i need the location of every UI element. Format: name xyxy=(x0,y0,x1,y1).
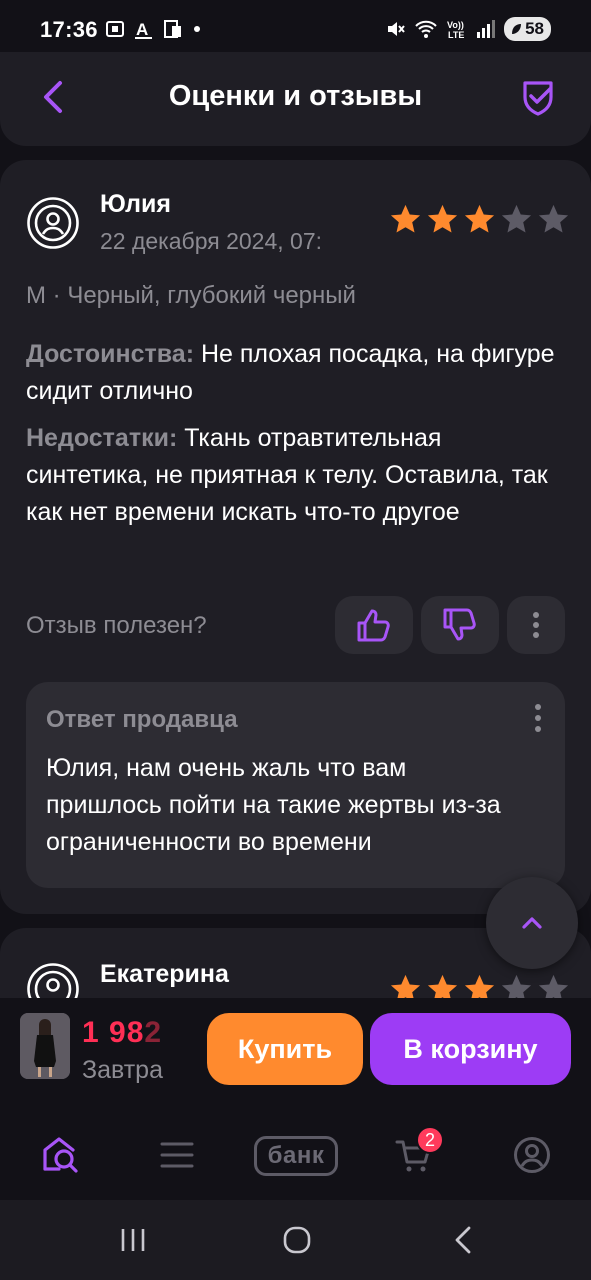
system-navigation-bar xyxy=(0,1200,591,1280)
more-vertical-icon xyxy=(533,612,539,638)
product-thumbnail[interactable] xyxy=(20,1013,70,1079)
system-back-button[interactable] xyxy=(450,1220,476,1260)
seller-reply-more-button[interactable] xyxy=(525,700,551,736)
clipboard-icon xyxy=(164,20,181,38)
nav-bank[interactable]: банк xyxy=(254,1136,338,1176)
review-rating xyxy=(388,202,571,237)
bottom-navigation: банк 2 xyxy=(0,1104,591,1200)
thumbs-down-icon xyxy=(443,608,476,641)
status-left-icons: A xyxy=(104,18,202,40)
add-to-cart-button[interactable]: В корзину xyxy=(370,1013,571,1085)
app-header: Оценки и отзывы xyxy=(0,52,591,146)
nav-catalog[interactable] xyxy=(158,1132,196,1178)
delivery-date: Завтра xyxy=(82,1056,163,1084)
recent-apps-icon xyxy=(121,1229,145,1251)
user-avatar-icon xyxy=(27,197,79,249)
review-card: Юлия 22 декабря 2024, 07: М · Черный, гл… xyxy=(0,160,591,914)
pros-label: Достоинства: xyxy=(26,340,195,368)
purchase-bar: 1 982 Завтра Купить В корзину xyxy=(0,998,591,1104)
review-author: Юлия xyxy=(100,190,171,218)
chevron-up-icon xyxy=(522,917,542,929)
cart-badge: 2 xyxy=(416,1126,444,1154)
review-variant: М · Черный, глубокий черный xyxy=(26,282,356,309)
product-image xyxy=(20,1013,70,1079)
star-filled-icon xyxy=(427,204,458,233)
battery-saver-icon xyxy=(512,24,522,34)
wifi-icon xyxy=(415,20,437,38)
status-right-icons: Vo)) LTE 58 xyxy=(384,17,551,41)
status-time: 17:36 xyxy=(40,17,98,42)
dot-icon xyxy=(194,26,200,32)
battery-level: 58 xyxy=(525,19,544,38)
more-vertical-icon xyxy=(535,704,541,732)
verified-shield-button[interactable] xyxy=(515,74,561,120)
battery-indicator: 58 xyxy=(504,17,551,41)
star-empty-icon xyxy=(538,204,569,233)
like-button[interactable] xyxy=(335,596,413,654)
home-circle-icon xyxy=(283,1226,311,1254)
price-main: 1 98 xyxy=(82,1016,145,1049)
svg-text:Vo)): Vo)) xyxy=(447,20,464,30)
review-author: Екатерина xyxy=(100,960,229,988)
cons-label: Недостатки: xyxy=(26,424,178,452)
search-home-icon xyxy=(43,1137,78,1173)
seller-reply-text: Юлия, нам очень жаль что вам пришлось по… xyxy=(46,754,501,856)
nav-profile[interactable] xyxy=(512,1132,552,1178)
star-empty-icon xyxy=(501,204,532,233)
text-a-icon: A xyxy=(135,20,152,39)
home-button[interactable] xyxy=(281,1220,313,1260)
shield-check-icon xyxy=(523,81,553,116)
signal-icon xyxy=(477,20,496,38)
price-tail: 2 xyxy=(144,1016,163,1049)
dislike-button[interactable] xyxy=(421,596,499,654)
volte-icon: Vo))LTE xyxy=(447,20,464,40)
star-filled-icon xyxy=(464,204,495,233)
back-arrow-icon xyxy=(455,1226,471,1254)
svg-text:A: A xyxy=(136,20,148,39)
mute-icon xyxy=(388,22,405,36)
review-more-button[interactable] xyxy=(507,596,565,654)
star-filled-icon xyxy=(390,204,421,233)
catalog-icon xyxy=(160,1142,194,1168)
seller-reply-title: Ответ продавца xyxy=(46,706,238,733)
profile-icon xyxy=(514,1137,550,1173)
svg-text:LTE: LTE xyxy=(448,30,464,40)
scroll-to-top-button[interactable] xyxy=(486,877,578,969)
screenshot-icon xyxy=(106,21,124,37)
page-title: Оценки и отзывы xyxy=(168,80,423,112)
recent-apps-button[interactable] xyxy=(118,1220,148,1260)
helpful-prompt: Отзыв полезен? xyxy=(26,612,207,639)
review-date: 22 декабря 2024, 07: xyxy=(100,228,323,254)
thumbs-up-icon xyxy=(357,609,390,642)
product-price: 1 982 xyxy=(82,1016,162,1050)
buy-button[interactable]: Купить xyxy=(207,1013,363,1085)
review-cons: Недостатки: Ткань отравтительная синтети… xyxy=(26,420,566,531)
seller-reply: Ответ продавца Юлия, нам очень жаль что … xyxy=(26,682,565,888)
nav-home[interactable] xyxy=(40,1132,82,1178)
review-pros: Достоинства: Не плохая посадка, на фигур… xyxy=(26,336,566,410)
